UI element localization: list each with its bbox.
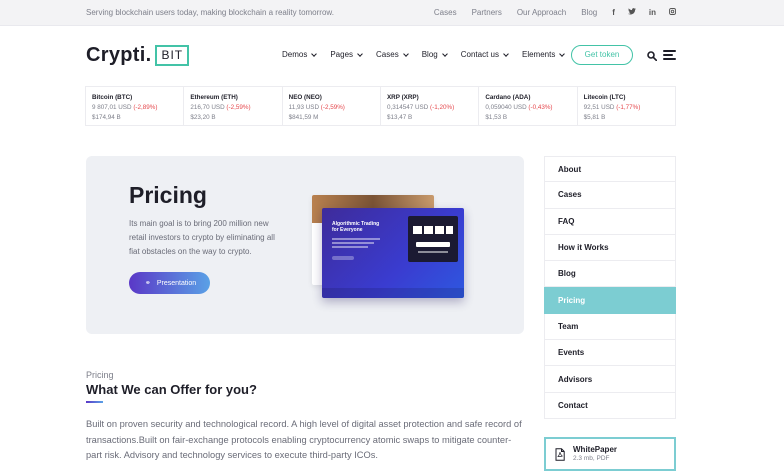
top-link-partners[interactable]: Partners bbox=[472, 8, 502, 17]
facebook-icon[interactable]: f bbox=[612, 8, 615, 17]
sidebar-item-events[interactable]: Events bbox=[544, 340, 676, 367]
nav-elements-label: Elements bbox=[521, 50, 556, 59]
nav-blog[interactable]: Blog bbox=[421, 50, 448, 59]
coin-name: Bitcoin (BTC) bbox=[92, 94, 133, 101]
chevron-down-icon bbox=[402, 50, 409, 57]
logo-word: Crypti. bbox=[86, 44, 152, 66]
pdf-file-icon bbox=[555, 447, 565, 461]
tagline: Serving blockchain users today, making b… bbox=[86, 8, 334, 17]
nav-blog-label: Blog bbox=[421, 50, 438, 59]
top-link-our-approach[interactable]: Our Approach bbox=[517, 8, 566, 17]
ticker-item[interactable]: NEO (NEO) 11,93 USD (-2,59%) $841,59 M bbox=[283, 87, 381, 125]
logo[interactable]: Crypti. BIT bbox=[86, 44, 190, 67]
logo-badge: BIT bbox=[155, 45, 190, 66]
twitter-icon[interactable] bbox=[627, 8, 636, 17]
price-ticker: Bitcoin (BTC) 9 807,01 USD (-2,89%) $174… bbox=[85, 86, 676, 126]
page-title: Pricing bbox=[129, 182, 207, 208]
sidebar-item-pricing[interactable]: Pricing bbox=[544, 287, 676, 314]
sidebar-item-about[interactable]: About bbox=[544, 156, 676, 183]
ticker-item[interactable]: Litecoin (LTC) 92,51 USD (-1,77%) $5,81 … bbox=[578, 87, 675, 125]
chevron-down-icon bbox=[357, 50, 363, 57]
top-link-blog[interactable]: Blog bbox=[581, 8, 597, 17]
main-nav: Demos Pages Cases Blog Contact us Elemen… bbox=[282, 50, 578, 59]
social-links: f in bbox=[612, 8, 676, 17]
nav-pages[interactable]: Pages bbox=[330, 50, 363, 59]
section-heading: What We can Offer for you? bbox=[86, 382, 257, 397]
coin-cap: $841,59 M bbox=[288, 114, 319, 121]
sidebar-item-advisors[interactable]: Advisors bbox=[544, 366, 676, 393]
coin-change: (-2,59%) bbox=[320, 104, 345, 111]
ticker-item[interactable]: Cardano (ADA) 0,059040 USD (-0,43%) $1,5… bbox=[479, 87, 578, 125]
coin-change: (-2,59%) bbox=[226, 104, 251, 111]
top-link-cases[interactable]: Cases bbox=[434, 8, 457, 17]
whitepaper-download[interactable]: WhitePaper 2.3 mb, PDF bbox=[544, 437, 676, 471]
get-token-button[interactable]: Get token bbox=[571, 45, 633, 65]
chevron-down-icon bbox=[311, 50, 318, 57]
sidebar-item-blog[interactable]: Blog bbox=[544, 261, 676, 288]
chevron-down-icon bbox=[559, 50, 566, 57]
coin-cap: $5,81 B bbox=[583, 114, 606, 121]
section-paragraph: Built on proven security and technologic… bbox=[86, 419, 522, 460]
presentation-button[interactable]: ⚭ Presentation bbox=[129, 272, 210, 294]
coin-price: 11,93 USD bbox=[288, 104, 319, 111]
sidebar-menu: About Cases FAQ How it Works Blog Pricin… bbox=[544, 156, 676, 419]
mockup-countdown bbox=[408, 216, 458, 262]
sidebar-item-team[interactable]: Team bbox=[544, 313, 676, 341]
chevron-down-icon bbox=[441, 50, 448, 57]
coin-price: 0,314547 USD bbox=[386, 104, 429, 111]
nav-cases-label: Cases bbox=[376, 50, 399, 59]
search-icon[interactable] bbox=[647, 51, 657, 61]
nav-pages-label: Pages bbox=[330, 50, 354, 59]
linkedin-icon[interactable]: in bbox=[649, 8, 656, 17]
presentation-button-label: Presentation bbox=[156, 279, 197, 287]
coin-change: (-2,89%) bbox=[133, 104, 158, 111]
section-eyebrow: Pricing bbox=[86, 370, 114, 380]
top-bar: Serving blockchain users today, making b… bbox=[0, 0, 784, 26]
ticker-item[interactable]: XRP (XRP) 0,314547 USD (-1,20%) $13,47 B bbox=[381, 87, 480, 125]
presentation-icon: ⚭ bbox=[145, 280, 151, 287]
whitepaper-title: WhitePaper bbox=[573, 445, 618, 454]
coin-change: (-1,20%) bbox=[430, 104, 455, 111]
ticker-item[interactable]: Bitcoin (BTC) 9 807,01 USD (-2,89%) $174… bbox=[86, 87, 185, 125]
ticker-item[interactable]: Ethereum (ETH) 216,70 USD (-2,59%) $23,2… bbox=[184, 87, 283, 125]
sidebar-item-cases[interactable]: Cases bbox=[544, 182, 676, 209]
nav-contact-label: Contact us bbox=[460, 50, 499, 59]
heading-underline bbox=[86, 401, 103, 403]
nav-elements[interactable]: Elements bbox=[521, 50, 566, 59]
sidebar-item-contact[interactable]: Contact bbox=[544, 392, 676, 419]
nav-demos-label: Demos bbox=[282, 50, 308, 59]
nav-cases[interactable]: Cases bbox=[376, 50, 409, 59]
chevron-down-icon bbox=[503, 50, 509, 57]
instagram-icon[interactable] bbox=[669, 8, 676, 17]
coin-cap: $174,94 B bbox=[92, 114, 121, 121]
coin-cap: $1,53 B bbox=[485, 114, 508, 121]
coin-change: (-0,43%) bbox=[528, 104, 553, 111]
coin-name: Ethereum (ETH) bbox=[190, 94, 238, 101]
nav-demos[interactable]: Demos bbox=[282, 50, 318, 59]
hero-section: Pricing Its main goal is to bring 200 mi… bbox=[86, 156, 524, 334]
coin-price: 0,059040 USD bbox=[485, 104, 527, 111]
coin-name: NEO (NEO) bbox=[288, 94, 322, 101]
mockup-screenshot-front: Algorithmic Trading for Everyone bbox=[322, 208, 464, 298]
sidebar-item-faq[interactable]: FAQ bbox=[544, 208, 676, 235]
coin-name: Litecoin (LTC) bbox=[583, 94, 626, 101]
menu-icon[interactable] bbox=[663, 50, 676, 61]
coin-cap: $13,47 B bbox=[386, 114, 413, 121]
coin-change: (-1,77%) bbox=[616, 104, 641, 111]
coin-price: 9 807,01 USD bbox=[92, 104, 132, 111]
nav-contact[interactable]: Contact us bbox=[460, 50, 509, 59]
sidebar-item-how-it-works[interactable]: How it Works bbox=[544, 234, 676, 262]
hero-description: Its main goal is to bring 200 million ne… bbox=[129, 219, 275, 256]
coin-price: 216,70 USD bbox=[190, 104, 225, 111]
mockup-title: Algorithmic Trading for Everyone bbox=[332, 221, 380, 233]
coin-name: XRP (XRP) bbox=[386, 94, 419, 101]
whitepaper-meta: 2.3 mb, PDF bbox=[573, 455, 610, 462]
coin-name: Cardano (ADA) bbox=[485, 94, 531, 101]
coin-cap: $23,20 B bbox=[190, 114, 216, 121]
coin-price: 92,51 USD bbox=[583, 104, 615, 111]
top-links: Cases Partners Our Approach Blog f in bbox=[434, 8, 784, 17]
